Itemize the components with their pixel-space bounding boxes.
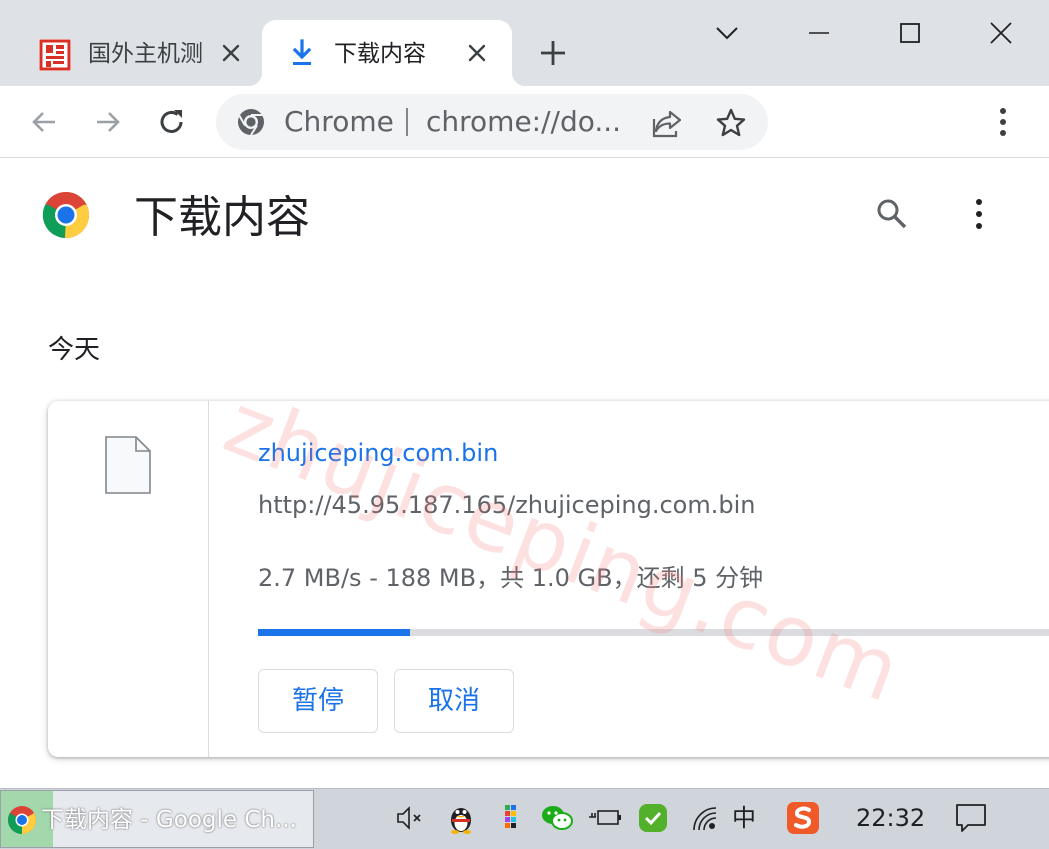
site-favicon-icon <box>38 38 72 72</box>
new-tab-plus-icon[interactable] <box>536 36 570 70</box>
tab-strip: 国外主机测 下载内容 <box>0 0 1049 86</box>
sogou-ime-icon[interactable] <box>786 801 820 835</box>
omnibox-url[interactable]: chrome://do... <box>426 104 621 140</box>
download-status: 2.7 MB/s - 188 MB，共 1.0 GB，还剩 5 分钟 <box>258 564 764 592</box>
file-name-link[interactable]: zhujiceping.com.bin <box>258 438 498 468</box>
wifi-icon[interactable] <box>688 801 722 835</box>
taskbar-window-title: 下载内容 - Google Ch... <box>41 807 297 833</box>
color-grid-app-icon[interactable] <box>494 801 528 835</box>
more-options-icon[interactable] <box>964 196 994 232</box>
tab-close-icon[interactable] <box>218 40 244 66</box>
browser-menu-icon[interactable] <box>988 104 1018 140</box>
search-icon[interactable] <box>874 196 910 232</box>
notification-center-icon[interactable] <box>954 801 988 835</box>
omnibox-chip-label: Chrome <box>284 105 394 138</box>
tab-title: 国外主机测 <box>88 41 203 67</box>
tab-downloads[interactable]: 下载内容 <box>248 20 526 86</box>
date-heading: 今天 <box>48 335 101 365</box>
download-progress-fill <box>258 629 410 636</box>
download-icon <box>288 38 316 68</box>
tab-close-icon[interactable] <box>464 40 490 66</box>
chrome-logo-icon <box>7 805 37 835</box>
back-arrow-icon[interactable] <box>26 104 62 140</box>
file-icon <box>104 435 152 495</box>
downloads-header: 下载内容 <box>0 158 1049 278</box>
pause-button[interactable]: 暂停 <box>258 669 378 733</box>
taskbar-chrome-window[interactable]: 下载内容 - Google Ch... <box>0 790 314 848</box>
download-progress-bar <box>258 629 1049 636</box>
clock[interactable]: 22:32 <box>856 803 925 833</box>
chrome-logo-icon <box>42 191 90 239</box>
file-icon-column <box>48 401 209 757</box>
share-icon[interactable] <box>650 106 684 140</box>
battery-charging-icon[interactable] <box>588 801 622 835</box>
browser-toolbar: Chrome chrome://do... <box>0 86 1049 158</box>
tab-site[interactable]: 国外主机测 <box>0 20 262 86</box>
omnibox-divider <box>406 108 408 136</box>
file-source-url[interactable]: http://45.95.187.165/zhujiceping.com.bin <box>258 490 755 520</box>
ime-indicator[interactable]: 中 <box>732 803 756 833</box>
bookmark-star-icon[interactable] <box>714 106 748 140</box>
close-icon[interactable] <box>978 10 1024 56</box>
taskbar: 下载内容 - Google Ch... 中 22:32 <box>0 788 1049 849</box>
wechat-icon[interactable] <box>540 801 574 835</box>
tab-title: 下载内容 <box>334 41 426 67</box>
forward-arrow-icon[interactable] <box>90 104 126 140</box>
chrome-site-icon <box>236 107 266 137</box>
cancel-button[interactable]: 取消 <box>394 669 514 733</box>
omnibox[interactable]: Chrome chrome://do... <box>216 94 768 150</box>
download-item-card: zhujiceping.com.bin http://45.95.187.165… <box>48 401 1049 757</box>
reload-icon[interactable] <box>154 104 190 140</box>
chevron-down-icon[interactable] <box>704 10 750 56</box>
minimize-icon[interactable] <box>796 10 842 56</box>
volume-muted-icon[interactable] <box>394 801 428 835</box>
security-shield-icon[interactable] <box>636 801 670 835</box>
maximize-icon[interactable] <box>887 10 933 56</box>
page-title: 下载内容 <box>134 192 310 243</box>
qq-penguin-icon[interactable] <box>444 801 478 835</box>
